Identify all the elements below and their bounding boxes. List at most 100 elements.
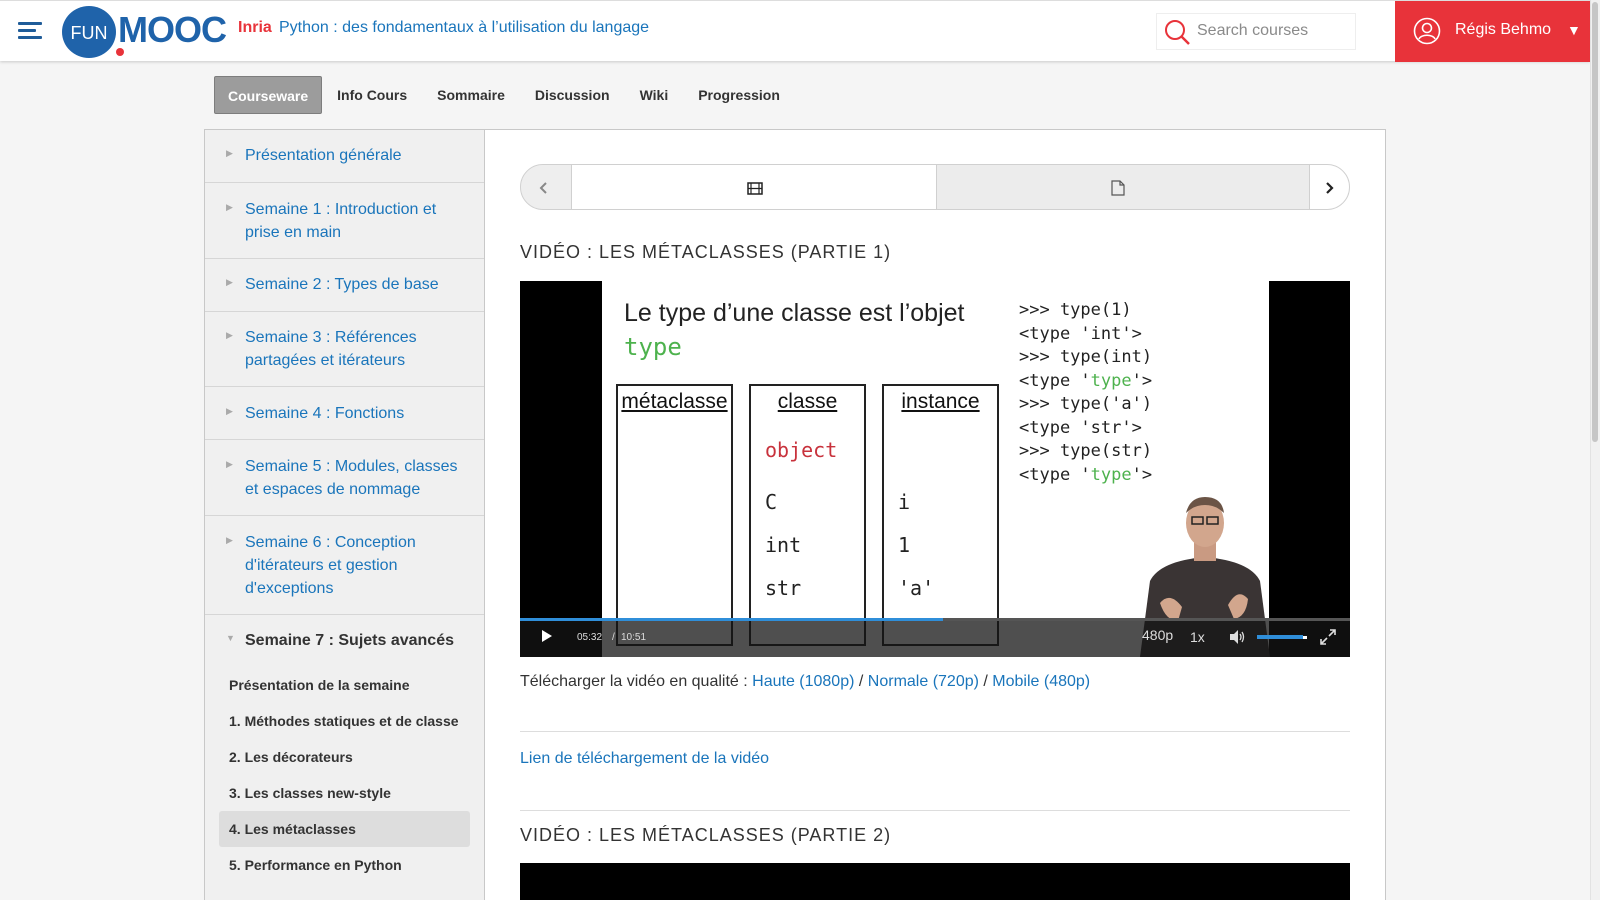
seek-bar-played [520, 618, 944, 621]
chapter-label: Semaine 1 : Introduction et prise en mai… [245, 201, 437, 241]
chevron-right-icon: ▶ [226, 459, 233, 469]
divider [520, 810, 1350, 811]
chevron-right-icon: ▶ [226, 148, 233, 158]
volume-icon[interactable] [1228, 629, 1246, 645]
current-time: 05:32 [577, 632, 603, 643]
logo-dot [116, 48, 124, 56]
speed-button[interactable]: 1x [1190, 629, 1205, 645]
chapter-label: Semaine 4 : Fonctions [245, 405, 405, 422]
user-circle-icon [1413, 17, 1441, 45]
repl-line: <type 'int'> [1019, 323, 1152, 347]
slide-box-metaclasse: métaclasse [616, 384, 733, 646]
course-tabs: Courseware Info Cours Sommaire Discussio… [214, 76, 795, 114]
volume-slider-level [1257, 635, 1303, 639]
repl-token: >>> type('a') [1019, 394, 1153, 414]
section-presentation-semaine[interactable]: Présentation de la semaine [219, 667, 470, 703]
fun-mooc-logo[interactable]: FUN MOOC [62, 6, 232, 58]
repl-token: type [1090, 464, 1132, 485]
slide-code-object: object [765, 438, 838, 462]
tab-courseware[interactable]: Courseware [214, 76, 323, 114]
logo-text: MOOC [118, 9, 227, 50]
course-org: Inria [238, 19, 272, 36]
play-icon[interactable] [542, 630, 552, 642]
repl-line: >>> type(int) [1019, 346, 1152, 370]
repl-token: <type 'str'> [1019, 417, 1142, 438]
chevron-right-icon [1326, 182, 1334, 194]
film-icon [747, 182, 763, 195]
chevron-down-icon: ▼ [1567, 22, 1581, 38]
repl-token: '> [1131, 464, 1153, 485]
divider [520, 731, 1350, 732]
top-header: FUN MOOC Inria Python : des fondamentaux… [0, 0, 1590, 62]
tab-info-cours[interactable]: Info Cours [322, 76, 422, 114]
repl-line: >>> type(1) [1019, 299, 1152, 323]
search-box [1156, 13, 1356, 50]
slide-code-one: 1 [898, 533, 911, 557]
repl-line: >>> type('a') [1019, 393, 1152, 417]
chapter-label: Semaine 2 : Types de base [245, 276, 439, 293]
quality-button[interactable]: 480p [1142, 627, 1173, 643]
download-quality-line: Télécharger la vidéo en qualité : Haute … [520, 673, 1090, 691]
chapter-semaine-3[interactable]: ▶ Semaine 3 : Références partagées et it… [205, 312, 484, 387]
time-separator: / [612, 632, 615, 643]
chapter-semaine-5[interactable]: ▶ Semaine 5 : Modules, classes et espace… [205, 440, 484, 516]
section-decorateurs[interactable]: 2. Les décorateurs [219, 739, 470, 775]
chapter-presentation[interactable]: ▶ Présentation générale [205, 130, 484, 183]
scrollbar-thumb[interactable] [1592, 2, 1598, 442]
user-menu[interactable]: Régis Behmo ▼ [1395, 1, 1590, 62]
chapter-semaine-6[interactable]: ▶ Semaine 6 : Conception d'itérateurs et… [205, 516, 484, 615]
section-methodes-statiques[interactable]: 1. Méthodes statiques et de classe [219, 703, 470, 739]
section-metaclasses[interactable]: 4. Les métaclasses [219, 811, 470, 847]
chapter-semaine-2[interactable]: ▶ Semaine 2 : Types de base [205, 259, 484, 312]
download-mobile-link[interactable]: Mobile (480p) [992, 673, 1090, 690]
slide-code-c: C [765, 490, 778, 514]
repl-token: >>> type(str) [1019, 441, 1153, 461]
video-download-link[interactable]: Lien de téléchargement de la vidéo [520, 750, 769, 768]
fullscreen-icon[interactable] [1320, 629, 1336, 645]
chevron-left-icon [539, 182, 547, 194]
sequence-tab-document[interactable] [937, 165, 1311, 209]
section-classes-new-style[interactable]: 3. Les classes new-style [219, 775, 470, 811]
sequence-nav [520, 164, 1350, 210]
sequence-tab-video[interactable] [571, 165, 937, 209]
repl-token: >>> type(1) [1019, 300, 1132, 320]
chapter-semaine-4[interactable]: ▶ Semaine 4 : Fonctions [205, 387, 484, 440]
slide-box-heading: métaclasse [621, 390, 728, 413]
tab-progression[interactable]: Progression [683, 76, 795, 114]
chevron-down-icon: ▼ [226, 633, 235, 643]
slide-repl-code: >>> type(1) <type 'int'> >>> type(int) <typ… [1019, 299, 1152, 487]
total-time: 10:51 [621, 632, 647, 643]
tab-wiki[interactable]: Wiki [625, 76, 684, 114]
section-performance[interactable]: 5. Performance en Python [219, 847, 470, 883]
search-input[interactable] [1197, 22, 1347, 40]
repl-line: <type 'str'> [1019, 417, 1152, 441]
next-button[interactable] [1309, 165, 1349, 209]
tab-discussion[interactable]: Discussion [520, 76, 625, 114]
video-player[interactable]: Le type d’une classe est l’objet type mé… [520, 281, 1350, 657]
download-high-link[interactable]: Haute (1080p) [752, 673, 854, 690]
course-title: Python : des fondamentaux à l’utilisatio… [279, 19, 650, 36]
tab-sommaire[interactable]: Sommaire [422, 76, 520, 114]
chapter-semaine-7[interactable]: ▼ Semaine 7 : Sujets avancés [205, 615, 484, 667]
slide-title: Le type d’une classe est l’objet [624, 299, 965, 327]
courseware-container: ▶ Présentation générale ▶ Semaine 1 : In… [204, 129, 1386, 900]
download-normal-link[interactable]: Normale (720p) [868, 673, 979, 690]
repl-token: type [1090, 370, 1132, 391]
previous-button[interactable] [521, 165, 571, 209]
slide-box-heading: instance [901, 390, 980, 413]
repl-token: <type ' [1019, 464, 1091, 485]
repl-token: <type ' [1019, 370, 1091, 391]
slide-type-word: type [624, 333, 682, 361]
chapter-semaine-1[interactable]: ▶ Semaine 1 : Introduction et prise en m… [205, 183, 484, 259]
user-name: Régis Behmo [1455, 21, 1552, 38]
video-title: VIDÉO : LES MÉTACLASSES (PARTIE 1) [520, 242, 892, 262]
video-title: VIDÉO : LES MÉTACLASSES (PARTIE 2) [520, 825, 892, 845]
chevron-right-icon: ▶ [226, 202, 233, 212]
chapter-label: Semaine 7 : Sujets avancés [245, 632, 454, 649]
video-player-2[interactable] [520, 863, 1350, 900]
menu-icon[interactable] [18, 22, 42, 40]
search-icon[interactable] [1163, 18, 1191, 46]
document-icon [1111, 180, 1125, 196]
section-list: Présentation de la semaine 1. Méthodes s… [205, 667, 484, 883]
chevron-right-icon: ▶ [226, 535, 233, 545]
